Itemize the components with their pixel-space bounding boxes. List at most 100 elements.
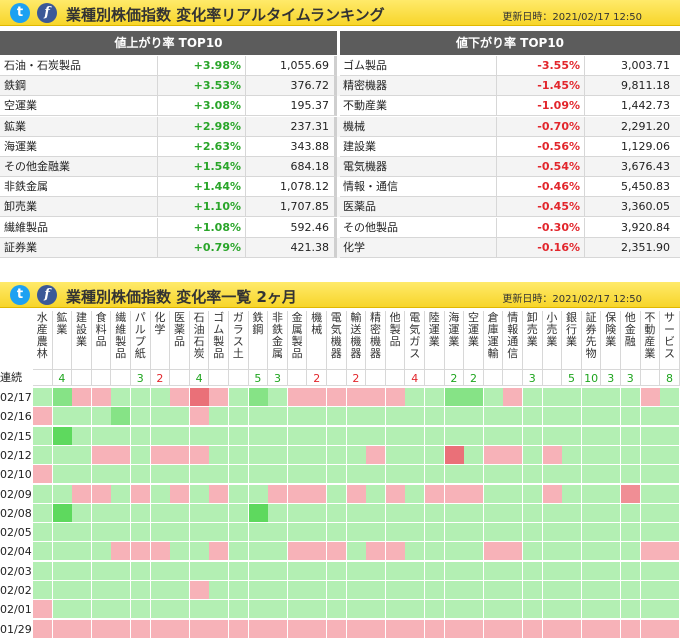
heatmap-cell [601, 503, 621, 522]
heatmap-cell [111, 619, 131, 638]
facebook-icon[interactable]: f [37, 3, 57, 23]
twitter-icon[interactable]: t [10, 3, 30, 23]
sector-column-header: 精密機器 [366, 311, 386, 369]
heatmap-cell [523, 484, 542, 503]
heatmap-cell [621, 503, 640, 522]
heatmap-cell [111, 388, 131, 406]
heatmap-cell [33, 465, 52, 484]
heatmap-cell [189, 561, 209, 580]
heatmap-cell [581, 561, 601, 580]
streak-count: 2 [444, 369, 465, 386]
heatmap-cell [248, 426, 268, 445]
heatmap-cell [150, 445, 170, 464]
heatmap-cell [287, 445, 307, 464]
facebook-icon[interactable]: f [37, 285, 57, 305]
heatmap-cell [581, 523, 601, 542]
heatmap-cell [72, 407, 92, 426]
sector-column-header: ゴム製品 [209, 311, 229, 369]
heatmap-cell [581, 426, 601, 445]
gainer-name: 海運業 [0, 136, 158, 157]
heatmap-cell [170, 426, 190, 445]
heatmap-cell [150, 388, 170, 406]
heatmap-cell [287, 542, 307, 561]
loser-change: -0.30% [497, 217, 585, 238]
heatmap-cell [91, 503, 111, 522]
heatmap-cell [562, 407, 582, 426]
heatmap-cell [229, 484, 248, 503]
sector-column-header: 小売業 [543, 311, 563, 369]
streak-count: 4 [52, 369, 73, 386]
streak-count: 2 [150, 369, 171, 386]
heatmap-cell [287, 523, 307, 542]
sector-column-header: 水産農林 [33, 311, 53, 369]
sector-column-header: 他製品 [386, 311, 406, 369]
heatmap-cell [52, 542, 72, 561]
gainers-header: 値上がり率 TOP10 [0, 31, 337, 55]
heatmap-cell [660, 600, 680, 619]
heatmap-cell [33, 503, 52, 522]
ranking-title: 業種別株価指数 変化率リアルタイムランキング [66, 6, 385, 24]
sector-column-header: 保険業 [601, 311, 621, 369]
gainer-name: 鉄鋼 [0, 76, 158, 97]
twitter-icon[interactable]: t [10, 285, 30, 305]
heatmap-cell [33, 523, 52, 542]
gainer-change: +1.54% [158, 157, 246, 177]
heatmap-cell [660, 388, 680, 406]
heatmap-cell [503, 561, 523, 580]
heatmap-cell [189, 465, 209, 484]
heatmap-cell [385, 445, 405, 464]
heatmap-cell [248, 407, 268, 426]
gainer-change: +3.98% [158, 56, 246, 76]
heatmap-cell [483, 484, 503, 503]
heatmap-cell [52, 426, 72, 445]
heatmap-cell [483, 600, 503, 619]
heatmap-cell [444, 561, 464, 580]
date-label: 02/16 [0, 410, 32, 424]
heatmap-cell [307, 388, 327, 406]
heatmap-cell [660, 542, 680, 561]
heatmap-cell [248, 542, 268, 561]
heatmap-cell [523, 407, 542, 426]
loser-name: 化学 [340, 237, 497, 258]
heatmap-cell [229, 523, 248, 542]
heatmap-cell [640, 600, 660, 619]
heatmap-cell [307, 619, 327, 638]
sector-column-header: 電気機器 [327, 311, 347, 369]
heatmap-cell [660, 561, 680, 580]
heatmap-cell [346, 523, 366, 542]
heatmap-cell [150, 484, 170, 503]
heatmap-cell [229, 445, 248, 464]
heatmap-cell [464, 581, 484, 599]
gainer-change: +2.63% [158, 136, 246, 157]
heatmap-cell [268, 600, 288, 619]
heatmap-cell [464, 523, 484, 542]
heatmap-cell [405, 600, 425, 619]
heatmap-cell [425, 388, 444, 406]
heatmap-cell [327, 407, 346, 426]
heatmap-cell [131, 523, 150, 542]
heatmap-cell [483, 426, 503, 445]
heatmap-cell [150, 407, 170, 426]
gainer-name: 鉱業 [0, 116, 158, 137]
heatmap-cell [425, 619, 444, 638]
heatmap-cell [562, 600, 582, 619]
heatmap-cell [542, 561, 562, 580]
heatmap-cell [33, 445, 52, 464]
heatmap-cell [562, 484, 582, 503]
heatmap-cell [660, 445, 680, 464]
loser-change: -0.56% [497, 136, 585, 157]
heatmap-cell [72, 484, 92, 503]
streak-count [33, 369, 53, 386]
heatmap-cell [189, 581, 209, 599]
ranking-row: 非鉄金属 +1.44% 1,078.12 情報・通信 -0.46% 5,450.83 [0, 177, 680, 198]
heatmap-cell [189, 484, 209, 503]
sector-heatmap: 水産農林鉱業4建設業食料品繊維製品パルプ紙3化学2医薬品石油石炭4ゴム製品ガラス… [0, 311, 680, 640]
heatmap-cell [209, 426, 229, 445]
heatmap-cell [444, 484, 464, 503]
heatmap-cell [111, 503, 131, 522]
heatmap-cell [425, 484, 444, 503]
heatmap-cell [425, 426, 444, 445]
heatmap-cell [72, 581, 92, 599]
heatmap-cell [346, 445, 366, 464]
heatmap-cell [640, 503, 660, 522]
